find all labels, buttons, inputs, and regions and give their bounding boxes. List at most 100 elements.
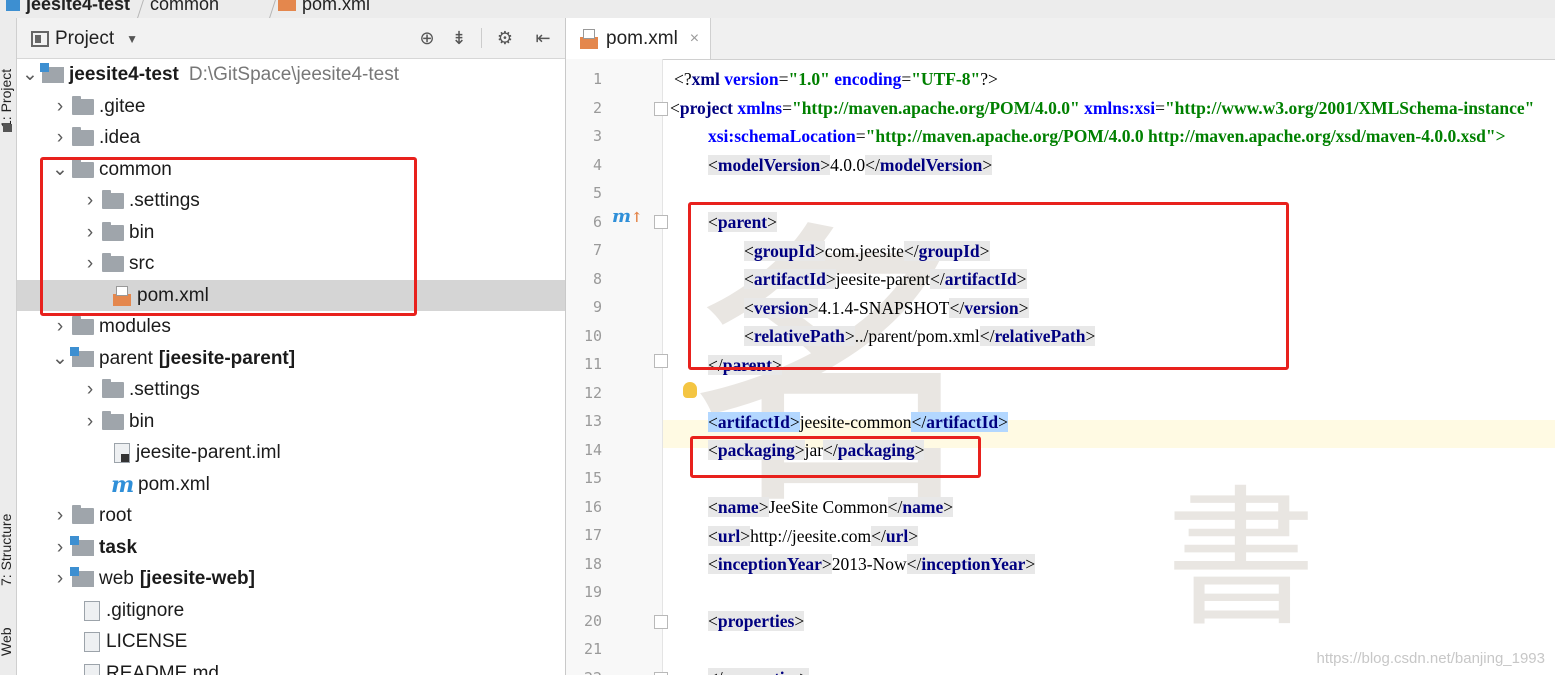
lightbulb-icon[interactable] (683, 382, 697, 398)
tree-item-idea[interactable]: › .idea (17, 122, 565, 153)
tree-item-label: pom.xml (137, 284, 209, 306)
code-line-10[interactable]: <relativePath>../parent/pom.xml</relativ… (744, 322, 1096, 350)
tool-tab-structure[interactable]: 7: Structure (0, 466, 16, 586)
tree-item-parent[interactable]: ⌄ parent [jeesite-parent] (17, 343, 565, 374)
code-line-3[interactable]: xsi:schemaLocation="http://maven.apache.… (708, 122, 1506, 150)
locate-file-icon[interactable]: ⊕ (417, 28, 437, 48)
code-line-2[interactable]: <project xmlns="http://maven.apache.org/… (670, 94, 1534, 122)
chevron-right-icon[interactable]: › (51, 568, 69, 589)
chevron-right-icon[interactable]: › (81, 411, 99, 432)
watermark-text: https://blog.csdn.net/banjing_1993 (1316, 650, 1545, 667)
line-number: 5 (592, 184, 602, 202)
code-line-9[interactable]: <version>4.1.4-SNAPSHOT</version> (744, 294, 1029, 322)
tree-item-settings[interactable]: › .settings (17, 185, 565, 216)
code-line-14[interactable]: <packaging>jar</packaging> (708, 436, 925, 464)
chevron-right-icon[interactable]: › (51, 537, 69, 558)
tool-tab-web[interactable]: Web (0, 614, 16, 656)
background-watermark: 書 (1166, 478, 1317, 644)
chevron-down-icon[interactable]: ⌄ (51, 348, 69, 369)
chevron-right-icon[interactable]: › (81, 253, 99, 274)
chevron-right-icon[interactable]: › (51, 127, 69, 148)
xml-file-icon (578, 28, 598, 49)
module-folder-icon (6, 0, 20, 11)
tree-item-readme[interactable]: README.md (17, 658, 565, 675)
code-line-20[interactable]: <properties> (708, 607, 805, 635)
project-panel: Project ▼ ⊕ ⇟ ⚙ ⇤ ⌄ jeesite4-test D:\Git… (17, 18, 566, 675)
line-number: 13 (583, 412, 602, 430)
folder-icon (102, 221, 124, 241)
tree-item-label: parent (99, 347, 153, 369)
tree-item-bin[interactable]: › bin (17, 217, 565, 248)
tree-item-parent-settings[interactable]: › .settings (17, 374, 565, 405)
project-view-icon (31, 31, 49, 47)
file-icon (84, 663, 100, 675)
chevron-down-icon[interactable]: ⌄ (51, 159, 69, 180)
breadcrumb-item-pom[interactable]: pom.xml (278, 0, 370, 15)
line-number: 17 (583, 526, 602, 544)
project-view-selector[interactable]: Project ▼ (31, 28, 138, 50)
close-icon[interactable]: × (690, 30, 699, 48)
tree-item-modules[interactable]: › modules (17, 311, 565, 342)
gear-icon[interactable]: ⚙ (495, 28, 515, 48)
breadcrumb-item-project[interactable]: jeesite4-test (6, 0, 130, 15)
line-number: 3 (592, 127, 602, 145)
tool-tab-project[interactable]: 1: Project (0, 32, 16, 128)
module-folder-icon (70, 566, 94, 587)
folder-icon (72, 504, 94, 524)
folder-icon (72, 315, 94, 335)
tree-item-license[interactable]: LICENSE (17, 626, 565, 657)
code-line-4[interactable]: <modelVersion>4.0.0</modelVersion> (708, 151, 993, 179)
tool-window-stripe: 1: Project 7: Structure Web (0, 18, 17, 675)
tree-item-pom-xml-selected[interactable]: pom.xml (17, 280, 565, 311)
tree-item-parent-bin[interactable]: › bin (17, 406, 565, 437)
hide-panel-icon[interactable]: ⇤ (533, 28, 553, 48)
breadcrumb-separator (257, 0, 278, 18)
tree-item-label: .idea (99, 126, 141, 148)
line-number: 2 (592, 98, 602, 117)
maven-parent-icon[interactable]: m↑ (612, 206, 643, 227)
tree-item-task[interactable]: › task (17, 532, 565, 563)
code-line-8[interactable]: <artifactId>jeesite-parent</artifactId> (744, 265, 1027, 293)
tree-item-parent-pom[interactable]: m pom.xml (17, 469, 565, 500)
tree-item-root[interactable]: › root (17, 500, 565, 531)
tree-item-label: bin (129, 221, 155, 243)
editor: pom.xml × 名 書 1 2 3 4 5 6 7 8 9 10 11 12 13 14 15 16 17 1… (566, 18, 1555, 675)
xml-file-icon (278, 0, 296, 11)
tree-item-gitee[interactable]: › .gitee (17, 91, 565, 122)
fold-marker-icon[interactable] (654, 354, 668, 368)
code-line-16[interactable]: <name>JeeSite Common</name> (708, 493, 954, 521)
code-line-22[interactable]: </properties> (708, 664, 810, 675)
tree-item-project-root[interactable]: ⌄ jeesite4-test D:\GitSpace\jeesite4-tes… (17, 59, 565, 90)
iml-file-icon (114, 442, 130, 463)
collapse-all-icon[interactable]: ⇟ (449, 28, 469, 48)
chevron-right-icon[interactable]: › (81, 379, 99, 400)
chevron-right-icon[interactable]: › (51, 96, 69, 117)
tree-item-src[interactable]: › src (17, 248, 565, 279)
code-line-1[interactable]: <?xml version="1.0" encoding="UTF-8"?> (674, 65, 998, 93)
fold-marker-icon[interactable] (654, 102, 668, 116)
tree-item-common[interactable]: ⌄ common (17, 154, 565, 185)
code-line-18[interactable]: <inceptionYear>2013-Now</inceptionYear> (708, 550, 1036, 578)
line-number: 18 (583, 554, 602, 573)
fold-marker-icon[interactable] (654, 615, 668, 629)
line-number: 9 (592, 298, 602, 316)
chevron-right-icon[interactable]: › (81, 190, 99, 211)
editor-tab-pom-xml[interactable]: pom.xml × (566, 18, 711, 59)
tree-item-gitignore[interactable]: .gitignore (17, 595, 565, 626)
breadcrumb-item-common[interactable]: common (150, 0, 219, 15)
chevron-right-icon[interactable]: › (51, 316, 69, 337)
chevron-right-icon[interactable]: › (81, 222, 99, 243)
code-line-17[interactable]: <url>http://jeesite.com</url> (708, 522, 919, 550)
code-line-6[interactable]: <parent> (708, 208, 778, 236)
code-line-11[interactable]: </parent> (708, 351, 782, 379)
code-line-7[interactable]: <groupId>com.jeesite</groupId> (744, 237, 990, 265)
tree-item-label: task (99, 536, 138, 558)
tree-item-web[interactable]: › web [jeesite-web] (17, 563, 565, 594)
chevron-right-icon[interactable]: › (51, 505, 69, 526)
chevron-down-icon[interactable]: ⌄ (21, 64, 39, 85)
code-line-13[interactable]: <artifactId>jeesite-common</artifactId> (708, 408, 1009, 436)
fold-marker-icon[interactable] (654, 215, 668, 229)
breadcrumb-label: jeesite4-test (26, 0, 131, 14)
line-number: 11 (583, 355, 602, 373)
tree-item-iml[interactable]: jeesite-parent.iml (17, 437, 565, 468)
